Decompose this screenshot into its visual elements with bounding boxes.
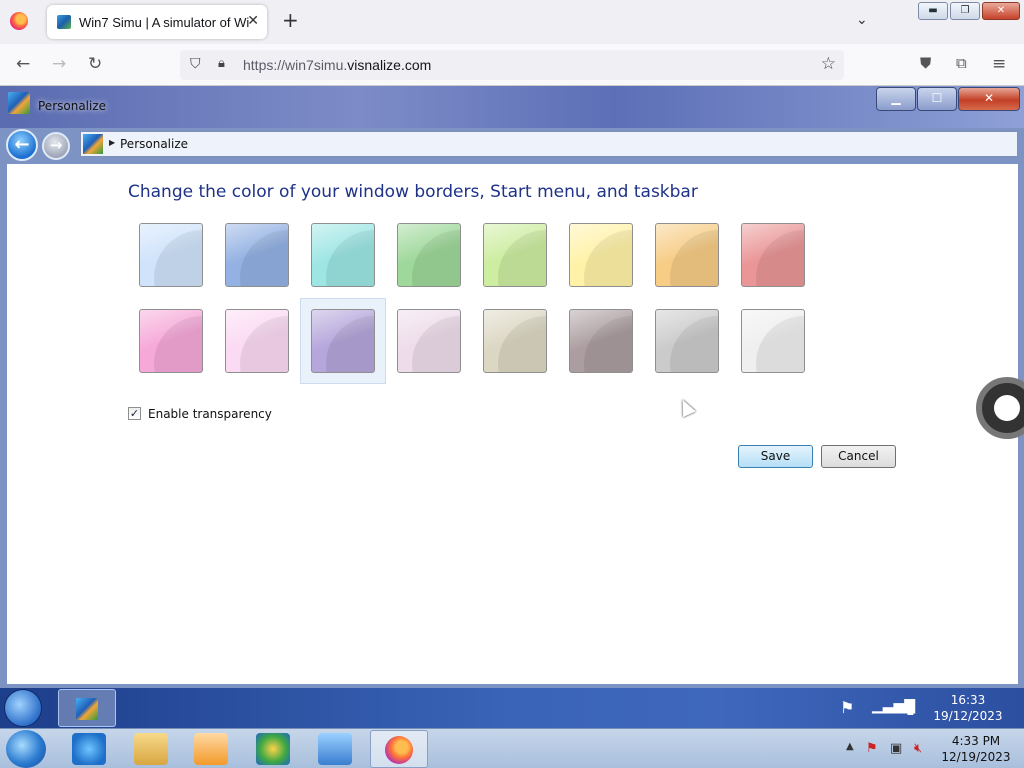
tracking-shield-icon[interactable]: ⛉ (190, 56, 201, 72)
color-swatch[interactable] (311, 309, 375, 373)
remote-desktop-icon[interactable] (318, 733, 352, 765)
host-clock[interactable]: 4:33 PM 12/19/2023 (938, 733, 1014, 765)
page-title: Change the color of your window borders,… (128, 182, 698, 202)
cancel-button[interactable]: Cancel (821, 445, 896, 468)
url-text[interactable]: https://win7simu.visnalize.com (243, 57, 431, 73)
maximize-button[interactable]: ☐ (917, 87, 957, 111)
color-swatch[interactable] (483, 223, 547, 287)
network-icon[interactable]: ▣ (890, 741, 902, 756)
file-explorer-icon[interactable] (134, 733, 168, 765)
close-button[interactable]: ✕ (958, 87, 1020, 111)
close-window-icon[interactable]: ✕ (982, 2, 1020, 20)
firefox-logo-icon[interactable] (10, 12, 28, 30)
battery-icon[interactable]: ▮ (906, 698, 915, 717)
menu-icon[interactable]: ≡ (992, 54, 1006, 74)
color-swatch[interactable] (741, 309, 805, 373)
color-swatch[interactable] (397, 223, 461, 287)
close-tab-icon[interactable]: ✕ (247, 13, 259, 29)
color-swatch[interactable] (655, 223, 719, 287)
color-swatch[interactable] (311, 223, 375, 287)
color-swatch[interactable] (655, 309, 719, 373)
bookmark-star-icon[interactable]: ☆ (821, 54, 836, 74)
back-button[interactable]: ← (6, 129, 38, 161)
window-controls: ▁ ☐ ✕ (876, 87, 1020, 111)
forward-button[interactable]: → (42, 132, 70, 160)
volume-muted-icon[interactable]: 🔇︎ (914, 741, 922, 756)
firefox-icon (385, 736, 413, 764)
color-swatch[interactable] (741, 223, 805, 287)
transparency-checkbox[interactable]: ✓ (128, 407, 141, 420)
minimize-icon[interactable]: ▬ (918, 2, 948, 20)
pocket-icon[interactable]: ⛊ (920, 54, 931, 72)
action-center-icon[interactable]: ⚑ (866, 741, 878, 756)
chrome-icon[interactable] (256, 733, 290, 765)
chevron-right-icon[interactable]: ▶ (109, 138, 115, 147)
url-bar[interactable]: ⛉ 🔒︎ https://win7simu.visnalize.com ☆ (180, 50, 844, 80)
chevron-down-icon[interactable]: ⌄ (856, 12, 868, 28)
host-taskbar: ▲ ⚑ ▣ 🔇︎ 4:33 PM 12/19/2023 (0, 728, 1024, 768)
color-swatch[interactable] (225, 309, 289, 373)
internet-explorer-icon[interactable] (72, 733, 106, 765)
forward-arrow-icon[interactable]: → (52, 54, 66, 74)
breadcrumb-item-personalize[interactable]: Personalize (120, 137, 188, 151)
browser-tab[interactable]: Win7 Simu | A simulator of Windows 7 ✕ (47, 5, 267, 39)
color-settings-panel: Change the color of your window borders,… (7, 164, 1018, 684)
lock-icon[interactable]: 🔒︎ (218, 56, 225, 71)
color-swatch[interactable] (483, 309, 547, 373)
tab-title: Win7 Simu | A simulator of Windows 7 (79, 14, 249, 30)
extensions-icon[interactable]: ⧉ (956, 54, 967, 72)
save-button[interactable]: Save (738, 445, 813, 468)
color-swatch[interactable] (139, 309, 203, 373)
minimize-button[interactable]: ▁ (876, 87, 916, 111)
taskbar-item-personalize[interactable] (58, 689, 116, 727)
show-hidden-icons-icon[interactable]: ▲ (846, 741, 854, 752)
color-swatch[interactable] (569, 223, 633, 287)
color-swatch[interactable] (397, 309, 461, 373)
win7simu-favicon-icon (57, 15, 71, 29)
control-panel-icon (83, 134, 103, 154)
color-swatch[interactable] (569, 309, 633, 373)
address-bar-row: ← → ▶ Personalize (0, 128, 1024, 162)
host-start-orb-icon[interactable] (6, 730, 46, 768)
window-title-bar[interactable]: Personalize ▁ ☐ ✕ (0, 86, 1024, 128)
color-swatch[interactable] (139, 223, 203, 287)
new-tab-icon[interactable]: + (282, 10, 299, 30)
reload-icon[interactable]: ↻ (88, 54, 102, 74)
action-center-flag-icon[interactable]: ⚑ (840, 698, 854, 717)
breadcrumb[interactable]: ▶ Personalize (80, 131, 1018, 157)
transparency-label[interactable]: Enable transparency (148, 407, 272, 421)
personalize-app-icon (8, 92, 30, 114)
simulated-taskbar: ⚑ ▁▃▅▇ ▮ 16:33 19/12/2023 (0, 688, 1024, 728)
taskbar-item-firefox[interactable] (370, 730, 428, 768)
simulator-viewport: Personalize ▁ ☐ ✕ ← → ▶ Personalize Chan… (0, 86, 1024, 688)
personalize-icon (76, 698, 98, 720)
taskbar-clock[interactable]: 16:33 19/12/2023 (930, 692, 1006, 724)
back-arrow-icon[interactable]: ← (16, 54, 30, 74)
browser-nav-bar: ← → ↻ ⛉ 🔒︎ https://win7simu.visnalize.co… (0, 44, 1024, 86)
window-title: Personalize (38, 99, 107, 113)
color-swatch[interactable] (225, 223, 289, 287)
media-player-icon[interactable] (194, 733, 228, 765)
restore-icon[interactable]: ❐ (950, 2, 980, 20)
browser-tab-strip: Win7 Simu | A simulator of Windows 7 ✕ +… (0, 0, 1024, 44)
start-orb-icon[interactable] (4, 689, 42, 727)
browser-window-controls: ▬ ❐ ✕ (918, 2, 1020, 20)
